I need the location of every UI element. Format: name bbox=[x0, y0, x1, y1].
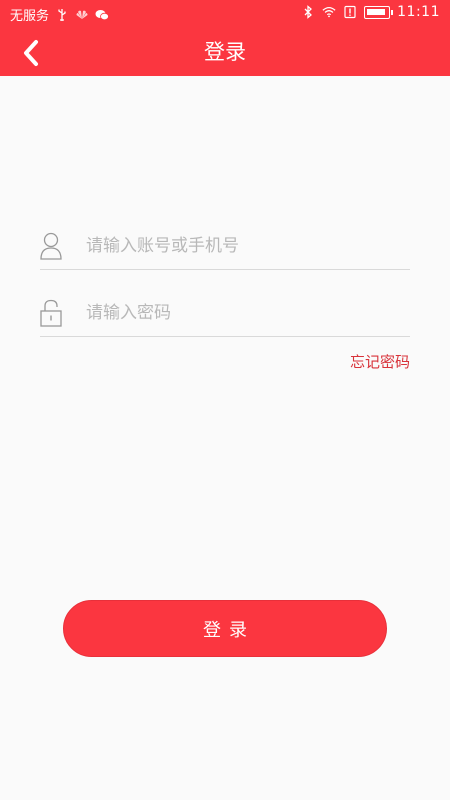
password-field bbox=[40, 289, 410, 337]
account-input[interactable] bbox=[86, 230, 406, 262]
battery-icon bbox=[364, 5, 394, 19]
bluetooth-icon bbox=[304, 5, 313, 19]
app-header: 无服务 11:11 登录 bbox=[0, 0, 450, 76]
battery-level bbox=[367, 8, 386, 15]
login-button[interactable]: 登录 bbox=[63, 600, 387, 657]
account-field bbox=[40, 222, 410, 270]
carrier-label: 无服务 bbox=[10, 9, 50, 24]
status-bar-left: 无服务 bbox=[10, 5, 109, 24]
nav-bar: 登录 bbox=[0, 28, 450, 76]
forgot-password-link[interactable]: 忘记密码 bbox=[350, 351, 410, 372]
status-time: 11:11 bbox=[397, 4, 440, 20]
status-bar: 无服务 11:11 bbox=[0, 0, 450, 28]
status-bar-right: 11:11 bbox=[301, 4, 440, 20]
user-icon bbox=[40, 232, 62, 260]
usb-icon bbox=[58, 8, 66, 21]
alert-icon bbox=[344, 5, 356, 19]
chevron-left-icon bbox=[24, 40, 38, 66]
wechat-icon bbox=[95, 9, 109, 20]
huawei-icon bbox=[76, 10, 88, 19]
password-input[interactable] bbox=[86, 297, 406, 329]
page-title: 登录 bbox=[204, 40, 246, 64]
wifi-icon bbox=[322, 7, 336, 18]
lock-icon bbox=[40, 299, 62, 327]
back-button[interactable] bbox=[16, 36, 50, 70]
